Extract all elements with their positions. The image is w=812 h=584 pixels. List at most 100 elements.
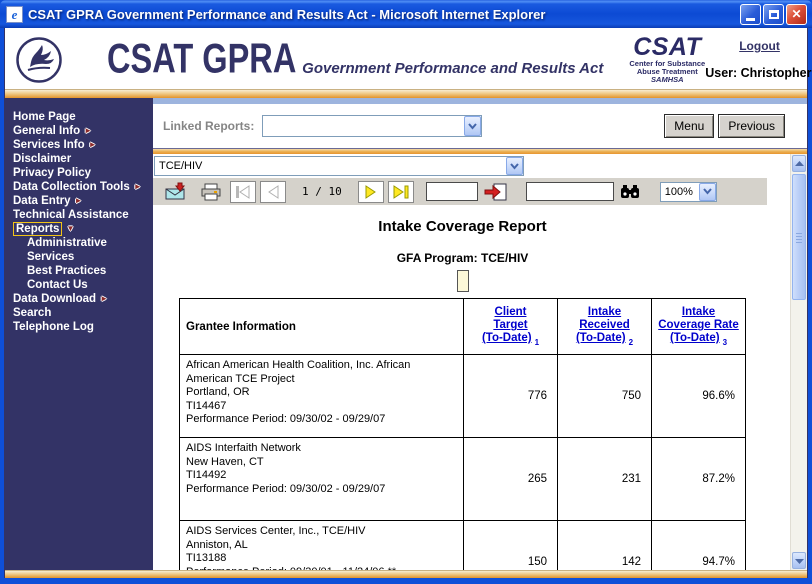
sidebar-item-data-collection-tools[interactable]: Data Collection Tools► xyxy=(5,180,153,194)
chevron-down-icon: ▼ xyxy=(66,224,74,233)
linked-reports-select[interactable] xyxy=(262,115,482,137)
chevron-down-icon[interactable] xyxy=(464,116,481,136)
column-header-coverage-rate[interactable]: Intake Coverage Rate (To-Date)3 xyxy=(652,299,746,355)
image-placeholder xyxy=(457,270,469,292)
client-target-value: 265 xyxy=(464,438,558,521)
coverage-rate-value: 87.2% xyxy=(652,438,746,521)
close-icon: ✕ xyxy=(791,7,801,21)
sidebar-item-data-entry[interactable]: Data Entry► xyxy=(5,194,153,208)
chevron-right-icon: ► xyxy=(75,196,83,205)
intake-received-value: 750 xyxy=(558,355,652,438)
scrollbar-thumb[interactable] xyxy=(792,174,806,300)
sidebar-item-services[interactable]: Services xyxy=(5,250,153,264)
page-content: CSAT GPRA Government Performance and Res… xyxy=(4,28,808,578)
print-icon[interactable] xyxy=(200,183,222,201)
maximize-button[interactable] xyxy=(763,4,784,25)
first-page-button[interactable] xyxy=(230,181,256,203)
grantee-table: Grantee Information Client Target (To-Da… xyxy=(179,298,746,570)
gold-divider-bottom xyxy=(5,570,807,578)
report-title: Intake Coverage Report xyxy=(179,218,746,235)
next-page-button[interactable] xyxy=(358,181,384,203)
scrollbar-track[interactable] xyxy=(791,173,807,551)
vertical-scrollbar[interactable] xyxy=(790,154,807,570)
main-area: Linked Reports: Menu Previous TCE/HI xyxy=(153,98,807,570)
previous-page-button[interactable] xyxy=(260,181,286,203)
column-header-grantee: Grantee Information xyxy=(180,299,464,355)
minimize-button[interactable] xyxy=(740,4,761,25)
sidebar-item-home-page[interactable]: Home Page xyxy=(5,110,153,124)
coverage-rate-value: 96.6% xyxy=(652,355,746,438)
table-row: AIDS Services Center, Inc., TCE/HIV Anni… xyxy=(180,521,746,571)
sidebar-item-administrative[interactable]: Administrative xyxy=(5,236,153,250)
column-header-client-target[interactable]: Client Target (To-Date)1 xyxy=(464,299,558,355)
sidebar-item-technical-assistance[interactable]: Technical Assistance xyxy=(5,208,153,222)
linked-reports-label: Linked Reports: xyxy=(163,119,254,133)
client-target-value: 150 xyxy=(464,521,558,571)
sidebar-item-general-info[interactable]: General Info► xyxy=(5,124,153,138)
sidebar-item-telephone-log[interactable]: Telephone Log xyxy=(5,320,153,334)
report-viewer: TCE/HIV xyxy=(153,154,790,570)
sidebar-item-best-practices[interactable]: Best Practices xyxy=(5,264,153,278)
maximize-icon xyxy=(769,10,779,19)
brand-title: CSAT GPRA xyxy=(107,35,296,82)
report-page: Intake Coverage Report GFA Program: TCE/… xyxy=(179,218,746,570)
chevron-right-icon: ► xyxy=(100,294,108,303)
browser-window: e CSAT GPRA Government Performance and R… xyxy=(0,0,812,584)
close-button[interactable]: ✕ xyxy=(786,4,807,25)
scroll-down-icon[interactable] xyxy=(792,552,806,569)
logout-link[interactable]: Logout xyxy=(739,39,780,53)
chevron-down-icon[interactable] xyxy=(506,157,523,175)
intake-received-value: 142 xyxy=(558,521,652,571)
next-page-icon xyxy=(364,185,378,199)
previous-button[interactable]: Previous xyxy=(718,114,785,138)
internet-explorer-icon: e xyxy=(6,6,23,23)
table-row: AIDS Interfaith Network New Haven, CT TI… xyxy=(180,438,746,521)
find-binoculars-icon[interactable] xyxy=(620,184,640,199)
sidebar-item-privacy-policy[interactable]: Privacy Policy xyxy=(5,166,153,180)
user-label: User: Christopher Shumway xyxy=(705,66,812,80)
zoom-select[interactable]: 100% xyxy=(660,182,717,202)
coverage-rate-value: 94.7% xyxy=(652,521,746,571)
grantee-info-cell: African American Health Coalition, Inc. … xyxy=(180,355,464,438)
scroll-up-icon[interactable] xyxy=(792,155,806,172)
chevron-right-icon: ► xyxy=(89,140,97,149)
session-info: Logout User: Christopher Shumway xyxy=(705,37,812,80)
previous-page-icon xyxy=(266,185,280,199)
column-header-intake-received[interactable]: Intake Received (To-Date)2 xyxy=(558,299,652,355)
page-indicator: 1 / 10 xyxy=(302,185,342,198)
gfa-program-label: GFA Program: TCE/HIV xyxy=(179,251,746,265)
window-title: CSAT GPRA Government Performance and Res… xyxy=(28,7,738,22)
gold-divider-top xyxy=(5,89,807,98)
last-page-button[interactable] xyxy=(388,181,414,203)
grantee-info-cell: AIDS Interfaith Network New Haven, CT TI… xyxy=(180,438,464,521)
sidebar-item-reports[interactable]: Reports▼ xyxy=(5,222,153,236)
grantee-info-cell: AIDS Services Center, Inc., TCE/HIV Anni… xyxy=(180,521,464,571)
search-input[interactable] xyxy=(526,182,614,201)
client-target-value: 776 xyxy=(464,355,558,438)
sidebar-item-data-download[interactable]: Data Download► xyxy=(5,292,153,306)
export-icon[interactable] xyxy=(165,182,188,201)
report-select[interactable]: TCE/HIV xyxy=(154,156,524,176)
goto-page-icon[interactable] xyxy=(484,183,508,201)
title-bar: e CSAT GPRA Government Performance and R… xyxy=(0,0,812,28)
table-header-row: Grantee Information Client Target (To-Da… xyxy=(180,299,746,355)
viewer-toolbar: 1 / 10 xyxy=(153,178,767,205)
hhs-eagle-logo xyxy=(15,36,63,84)
csat-logo: CSAT Center for Substance Abuse Treatmen… xyxy=(629,34,705,84)
sidebar-item-contact-us[interactable]: Contact Us xyxy=(5,278,153,292)
sidebar-nav: Home PageGeneral Info►Services Info►Disc… xyxy=(5,98,153,570)
app-header: CSAT GPRA Government Performance and Res… xyxy=(5,28,807,89)
goto-page-input[interactable] xyxy=(426,182,478,201)
intake-received-value: 231 xyxy=(558,438,652,521)
sidebar-item-search[interactable]: Search xyxy=(5,306,153,320)
table-row: African American Health Coalition, Inc. … xyxy=(180,355,746,438)
menu-button[interactable]: Menu xyxy=(664,114,714,138)
sidebar-item-disclaimer[interactable]: Disclaimer xyxy=(5,152,153,166)
chevron-right-icon: ► xyxy=(84,126,92,135)
sidebar-item-services-info[interactable]: Services Info► xyxy=(5,138,153,152)
last-page-icon xyxy=(393,185,409,199)
first-page-icon xyxy=(235,185,251,199)
chevron-right-icon: ► xyxy=(134,182,142,191)
brand-tagline: Government Performance and Results Act xyxy=(302,60,603,77)
chevron-down-icon[interactable] xyxy=(699,183,716,201)
